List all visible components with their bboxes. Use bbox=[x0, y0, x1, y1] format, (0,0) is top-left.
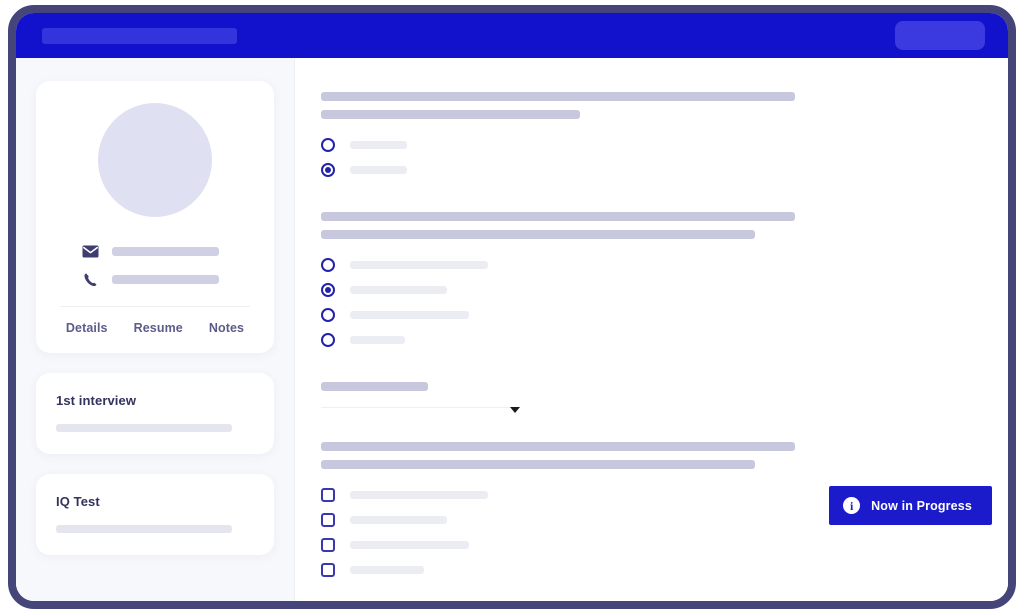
envelope-icon bbox=[82, 243, 99, 260]
app-header-bar bbox=[16, 13, 1008, 58]
radio-indicator[interactable] bbox=[321, 332, 335, 347]
stage-card-iq-test[interactable]: IQ Test bbox=[36, 474, 274, 555]
checkbox-indicator[interactable] bbox=[321, 537, 335, 552]
option-label-placeholder bbox=[350, 310, 469, 319]
phone-icon bbox=[82, 271, 99, 288]
tab-notes[interactable]: Notes bbox=[209, 321, 244, 335]
candidate-profile-card: Details Resume Notes bbox=[36, 81, 274, 353]
profile-tabs: Details Resume Notes bbox=[58, 307, 252, 337]
question-block-radio-2 bbox=[321, 212, 978, 352]
checkbox-indicator[interactable] bbox=[321, 512, 335, 527]
chevron-down-icon[interactable] bbox=[510, 407, 520, 413]
checkbox-indicator[interactable] bbox=[321, 562, 335, 577]
contact-email-placeholder bbox=[112, 247, 219, 256]
checkbox-option[interactable] bbox=[321, 557, 978, 582]
radio-option-selected[interactable] bbox=[321, 157, 978, 182]
question-prompt-line bbox=[321, 110, 580, 119]
tab-details[interactable]: Details bbox=[66, 321, 108, 335]
select-underline bbox=[321, 407, 511, 408]
question-block-radio-1 bbox=[321, 92, 978, 182]
option-label-placeholder bbox=[350, 165, 407, 174]
contact-row-email bbox=[58, 243, 252, 260]
question-prompt-line bbox=[321, 230, 755, 239]
question-block-select bbox=[321, 382, 978, 413]
select-label-placeholder bbox=[321, 382, 428, 391]
radio-indicator[interactable] bbox=[321, 257, 335, 272]
radio-indicator[interactable] bbox=[321, 307, 335, 322]
radio-option-selected[interactable] bbox=[321, 277, 978, 302]
radio-indicator-selected[interactable] bbox=[321, 282, 335, 297]
tab-resume[interactable]: Resume bbox=[134, 321, 183, 335]
radio-option[interactable] bbox=[321, 132, 978, 157]
option-label-placeholder bbox=[350, 540, 469, 549]
option-label-placeholder bbox=[350, 140, 407, 149]
stage-title: IQ Test bbox=[56, 494, 100, 509]
contact-phone-placeholder bbox=[112, 275, 219, 284]
header-action-button-placeholder[interactable] bbox=[895, 21, 985, 50]
question-prompt-line bbox=[321, 460, 755, 469]
radio-options bbox=[321, 252, 978, 352]
option-label-placeholder bbox=[350, 490, 488, 499]
header-title-placeholder bbox=[42, 28, 237, 44]
question-prompt-line bbox=[321, 442, 795, 451]
app-window-frame: Details Resume Notes 1st interview IQ Te… bbox=[8, 5, 1016, 609]
checkbox-option[interactable] bbox=[321, 532, 978, 557]
option-label-placeholder bbox=[350, 285, 447, 294]
option-label-placeholder bbox=[350, 260, 488, 269]
status-badge: Now in Progress bbox=[871, 498, 972, 513]
radio-option[interactable] bbox=[321, 327, 978, 352]
sidebar: Details Resume Notes 1st interview IQ Te… bbox=[16, 58, 295, 601]
radio-indicator-selected[interactable] bbox=[321, 162, 335, 177]
question-prompt-line bbox=[321, 212, 795, 221]
option-label-placeholder bbox=[350, 515, 447, 524]
radio-indicator[interactable] bbox=[321, 137, 335, 152]
avatar bbox=[98, 103, 212, 217]
stage-title: 1st interview bbox=[56, 393, 137, 408]
stage-card-1st-interview[interactable]: 1st interview bbox=[36, 373, 274, 454]
question-prompt-line bbox=[321, 92, 795, 101]
radio-options bbox=[321, 132, 978, 182]
radio-option[interactable] bbox=[321, 302, 978, 327]
radio-option[interactable] bbox=[321, 252, 978, 277]
stage-detail-placeholder bbox=[56, 424, 232, 432]
checkbox-indicator[interactable] bbox=[321, 487, 335, 502]
contact-row-phone bbox=[58, 271, 252, 288]
option-label-placeholder bbox=[350, 335, 405, 344]
info-icon: i bbox=[843, 497, 861, 514]
option-label-placeholder bbox=[350, 565, 424, 574]
stage-detail-placeholder bbox=[56, 525, 232, 533]
status-toast[interactable]: i Now in Progress bbox=[829, 486, 992, 525]
